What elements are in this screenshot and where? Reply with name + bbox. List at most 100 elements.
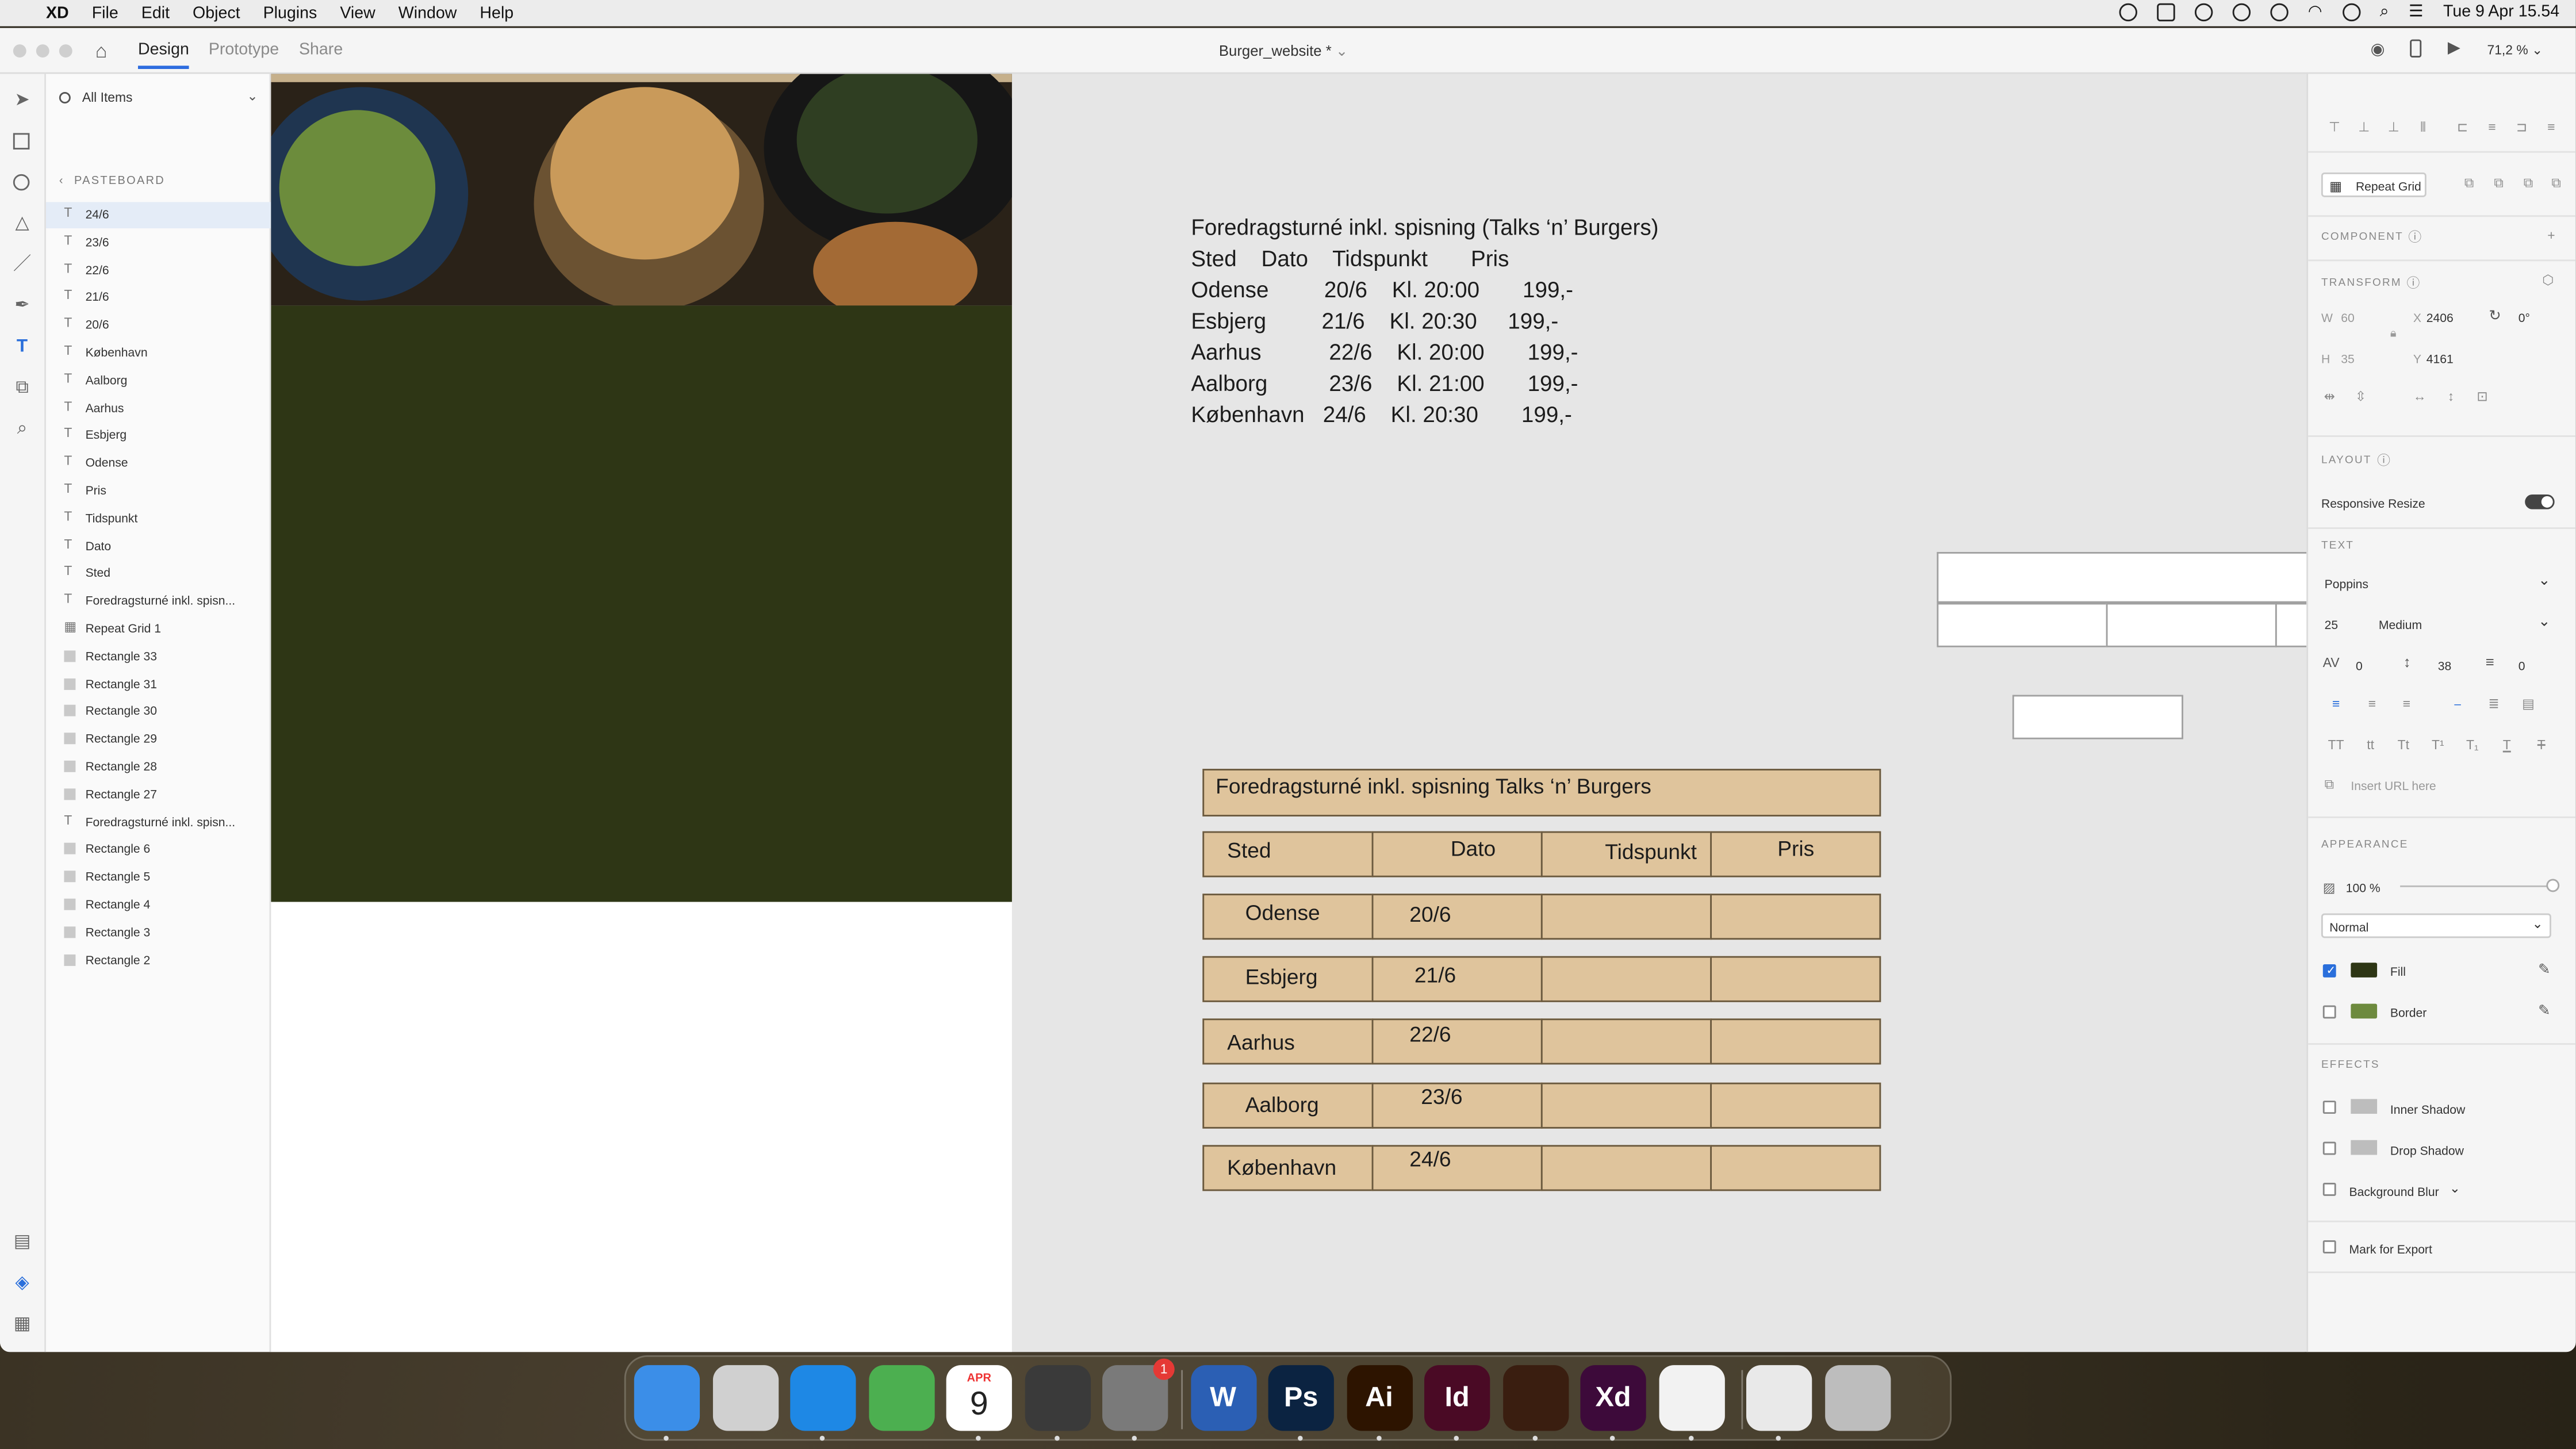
chevron-down-icon[interactable]: ⌄ <box>247 89 258 103</box>
empty-rectangle[interactable] <box>2012 695 2183 739</box>
select-tool-icon[interactable]: ➤ <box>12 90 33 112</box>
table-cell[interactable] <box>1540 894 1712 940</box>
pasteboard-header[interactable]: ‹ PASTEBOARD <box>59 176 165 187</box>
info-icon[interactable]: ⓘ <box>2407 230 2424 247</box>
text-align-center-icon[interactable]: ≡ <box>2364 696 2380 713</box>
table-header-cell[interactable]: Sted <box>1202 831 1374 877</box>
layer-item[interactable]: ▦ Repeat Grid 1 <box>46 616 271 642</box>
empty-rectangle[interactable] <box>1937 551 2309 603</box>
chevron-down-icon[interactable]: ⌄ <box>2538 572 2551 589</box>
opacity-slider-handle[interactable] <box>2546 879 2560 892</box>
layer-item[interactable]: T 22/6 <box>46 257 271 283</box>
document-title[interactable]: Burger_website * ⌄ <box>1219 43 1348 60</box>
table-cell[interactable]: Esbjerg <box>1202 956 1374 1002</box>
table-cell[interactable] <box>1540 1145 1712 1191</box>
strikethrough-icon[interactable]: T <box>2533 738 2550 754</box>
hero-image[interactable] <box>271 74 1012 306</box>
zoom-tool-icon[interactable]: ⌕ <box>12 419 33 440</box>
table-cell[interactable]: 23/6 <box>1371 1082 1543 1129</box>
record-icon[interactable] <box>2270 3 2288 22</box>
menu-window[interactable]: Window <box>398 4 457 22</box>
maps-icon[interactable] <box>868 1365 934 1431</box>
boolean-subtract-icon[interactable]: ⧉ <box>2490 176 2507 193</box>
pen-tool-icon[interactable]: ✒ <box>12 296 33 317</box>
zoom-window-button[interactable] <box>59 44 72 57</box>
canvas[interactable]: Foredragsturné inkl. spisning (Talks ‘n’… <box>271 74 2309 1352</box>
user-icon[interactable] <box>2342 3 2360 22</box>
text-align-right-icon[interactable]: ≡ <box>2398 696 2415 713</box>
titlecase-icon[interactable]: Tt <box>2395 738 2412 754</box>
opacity-field[interactable]: 100 % <box>2346 880 2380 895</box>
menu-object[interactable]: Object <box>193 4 240 22</box>
flip-horizontal-icon[interactable]: ⇹ <box>2321 389 2338 406</box>
table-cell[interactable] <box>1540 956 1712 1002</box>
table-cell[interactable] <box>1540 1018 1712 1065</box>
table-cell[interactable] <box>1710 894 1881 940</box>
underline-icon[interactable]: T <box>2498 738 2515 754</box>
layer-item[interactable]: T Sted <box>46 561 271 587</box>
fixed-width-icon[interactable]: ↔ <box>2412 389 2428 406</box>
boolean-add-icon[interactable]: ⧉ <box>2461 176 2478 193</box>
layers-search[interactable]: All Items ⌄ <box>56 87 261 113</box>
table-header-cell[interactable]: Tidspunkt <box>1540 831 1712 877</box>
layer-item[interactable]: Rectangle 27 <box>46 781 271 808</box>
zoom-level[interactable]: 71,2 % ⌄ <box>2487 43 2543 57</box>
info-header[interactable]: Sted Dato Tidspunkt Pris <box>1191 247 1509 271</box>
table-cell[interactable]: København <box>1202 1145 1374 1191</box>
auto-height-icon[interactable]: ↕ <box>2443 389 2459 406</box>
info-row[interactable]: Esbjerg 21/6 Kl. 20:30 199,- <box>1191 309 1558 334</box>
empty-rectangle[interactable] <box>2275 603 2309 647</box>
boolean-intersect-icon[interactable]: ⧉ <box>2520 176 2537 193</box>
table-cell[interactable] <box>1710 956 1881 1002</box>
layer-item[interactable]: Rectangle 29 <box>46 726 271 753</box>
lowercase-icon[interactable]: tt <box>2362 738 2379 754</box>
tab-design[interactable]: Design <box>137 41 190 69</box>
trash-icon[interactable] <box>1824 1365 1890 1431</box>
info-icon[interactable]: ⓘ <box>2375 454 2392 470</box>
distribute-horizontal-icon[interactable]: ≡ <box>2543 120 2560 137</box>
word-icon[interactable]: W <box>1190 1365 1256 1431</box>
align-middle-icon[interactable]: ⊥ <box>2356 120 2372 137</box>
layer-item[interactable]: Rectangle 33 <box>46 643 271 670</box>
polygon-tool-icon[interactable]: △ <box>12 213 33 235</box>
layer-item[interactable]: T 24/6 <box>45 202 271 229</box>
mark-for-export-checkbox[interactable] <box>2322 1240 2336 1254</box>
desktop-preview-play-icon[interactable]: ▶ <box>2448 40 2460 57</box>
table-header-cell[interactable]: Pris <box>1710 831 1881 877</box>
eyedropper-icon[interactable]: ✎ <box>2538 961 2551 979</box>
chevron-down-icon[interactable]: ⌄ <box>2538 613 2551 631</box>
layer-item[interactable]: T Odense <box>46 450 271 477</box>
info-row[interactable]: Aarhus 22/6 Kl. 20:00 199,- <box>1191 340 1578 365</box>
layer-item[interactable]: Rectangle 28 <box>46 754 271 780</box>
home-icon[interactable]: ⌂ <box>95 40 108 63</box>
info-icon[interactable]: ⓘ <box>2405 276 2422 293</box>
table-title-cell[interactable]: Foredragsturné inkl. spisning Talks ‘n’ … <box>1202 769 1881 816</box>
opacity-slider[interactable] <box>2400 885 2551 887</box>
chevron-down-icon[interactable]: ⌄ <box>2450 1181 2460 1196</box>
add-component-icon[interactable]: + <box>2543 228 2560 245</box>
fixed-size-text-icon[interactable]: ▤ <box>2520 696 2537 713</box>
responsive-resize-toggle[interactable] <box>2525 494 2555 509</box>
empty-rectangle[interactable] <box>2106 603 2277 647</box>
repeat-grid-button[interactable]: ▦ Repeat Grid <box>2321 172 2426 197</box>
layer-item[interactable]: Rectangle 3 <box>46 919 271 946</box>
layer-item[interactable]: T 21/6 <box>46 285 271 311</box>
rectangle-tool-icon[interactable] <box>12 132 33 153</box>
dark-green-rectangle[interactable] <box>271 305 1012 902</box>
chevron-left-icon[interactable]: ‹ <box>59 176 64 187</box>
3d-transform-icon[interactable]: ⬡ <box>2540 273 2556 289</box>
adobe-icon[interactable] <box>2156 3 2175 22</box>
table-cell[interactable]: Aalborg <box>1202 1082 1374 1129</box>
text-tool-icon[interactable]: T <box>12 337 33 358</box>
table-cell[interactable]: Aarhus <box>1202 1018 1374 1065</box>
calculator-icon[interactable] <box>1024 1365 1090 1431</box>
character-spacing-field[interactable]: 0 <box>2356 659 2363 674</box>
url-field[interactable]: Insert URL here <box>2351 779 2436 793</box>
table-header-cell[interactable]: Dato <box>1371 831 1543 877</box>
info-title[interactable]: Foredragsturné inkl. spisning (Talks ‘n’… <box>1191 215 1658 240</box>
tab-prototype[interactable]: Prototype <box>209 41 279 59</box>
layer-item[interactable]: T Foredragsturné inkl. spisn... <box>46 588 271 615</box>
menu-view[interactable]: View <box>340 4 375 22</box>
assets-icon[interactable]: ▤ <box>12 1232 33 1254</box>
layer-item[interactable]: T Foredragsturné inkl. spisn... <box>46 809 271 835</box>
